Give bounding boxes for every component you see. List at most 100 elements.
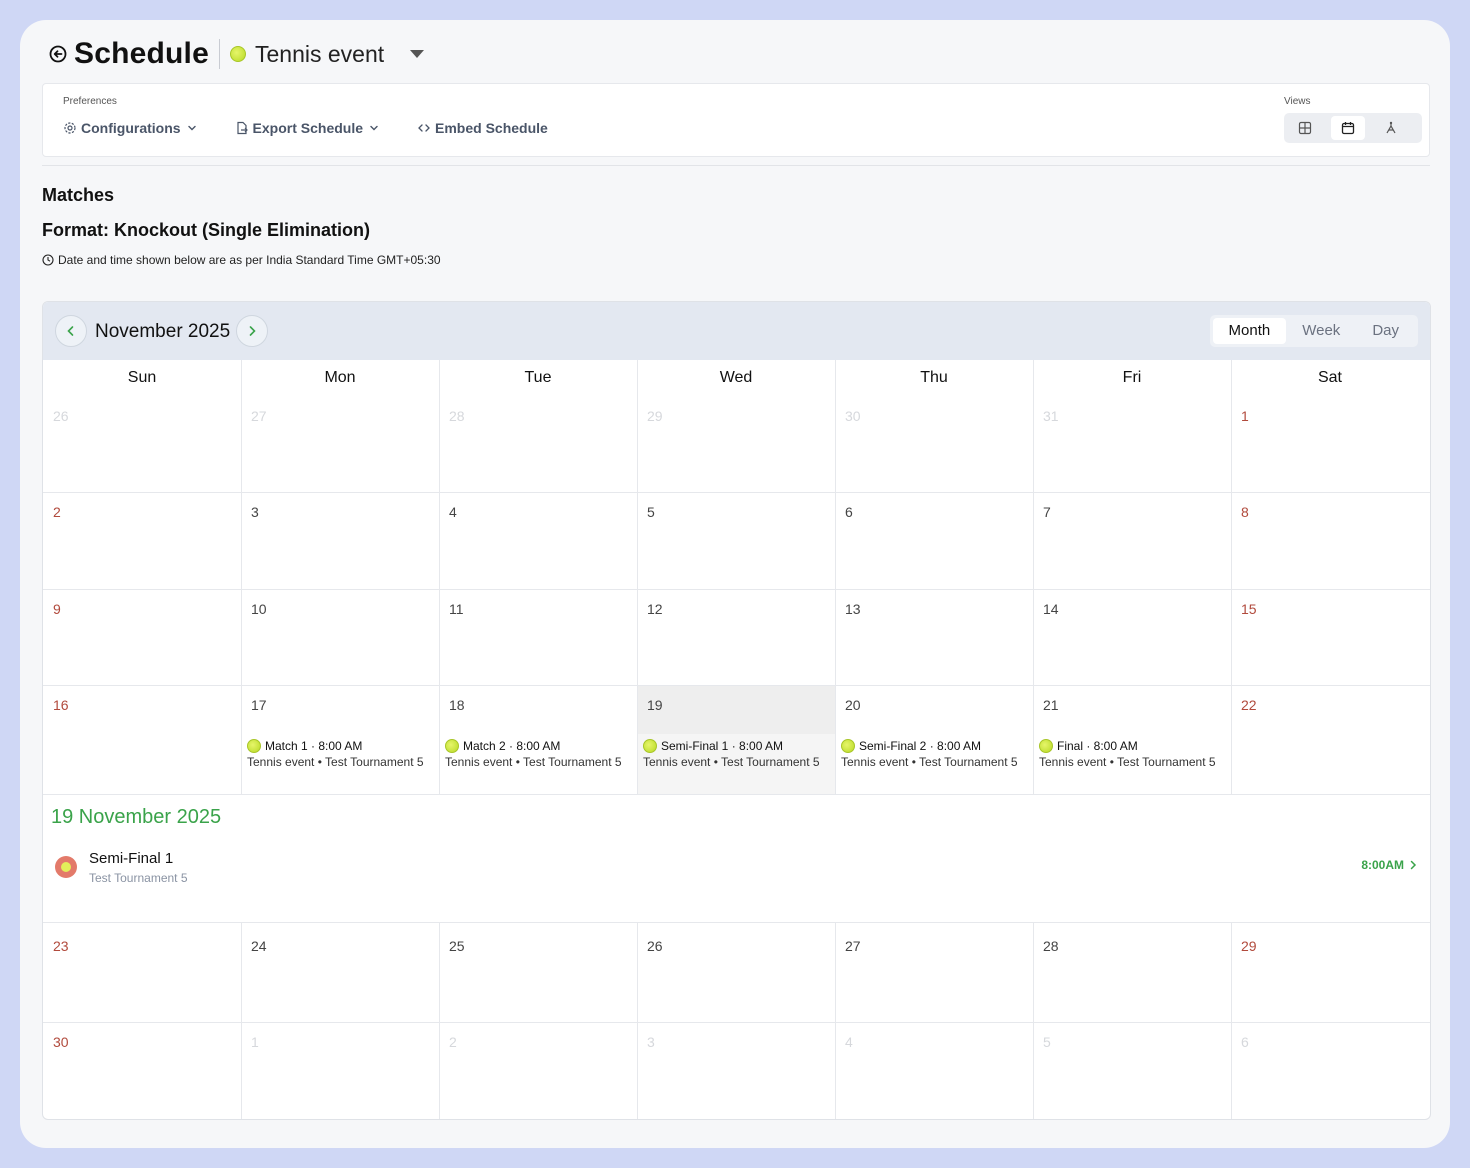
day-number[interactable]: 26 xyxy=(53,408,69,424)
selected-match-time-link[interactable]: 8:00AM xyxy=(1361,858,1418,872)
match-event[interactable]: Match 2 · 8:00 AM Tennis event • Test Tou… xyxy=(445,738,625,770)
day-number[interactable]: 9 xyxy=(53,601,61,617)
tab-month[interactable]: Month xyxy=(1212,318,1287,344)
prev-month-button[interactable] xyxy=(55,315,87,347)
day-number[interactable]: 26 xyxy=(647,938,663,954)
match-event-subtitle: Tennis event • Test Tournament 5 xyxy=(1039,755,1216,769)
grid-line xyxy=(1231,922,1232,1119)
export-file-icon xyxy=(236,121,248,135)
embed-schedule-button[interactable]: Embed Schedule xyxy=(417,120,548,136)
next-month-button[interactable] xyxy=(236,315,268,347)
weekday-header: Thu xyxy=(920,369,948,386)
export-schedule-button[interactable]: Export Schedule xyxy=(235,120,383,136)
day-number[interactable]: 30 xyxy=(53,1034,69,1050)
views-toggle xyxy=(1284,113,1422,143)
day-number[interactable]: 7 xyxy=(1043,504,1051,520)
grid-line xyxy=(43,794,1430,795)
views-label: Views xyxy=(1284,96,1311,107)
day-number[interactable]: 29 xyxy=(647,408,663,424)
day-number[interactable]: 13 xyxy=(845,601,861,617)
selected-match-time: 8:00AM xyxy=(1361,858,1404,872)
day-number[interactable]: 25 xyxy=(449,938,465,954)
grid-line xyxy=(637,360,638,794)
grid-line xyxy=(43,685,1430,686)
day-number[interactable]: 5 xyxy=(647,504,655,520)
match-event[interactable]: Semi-Final 2 · 8:00 AM Tennis event • Tes… xyxy=(841,738,1021,770)
day-number[interactable]: 4 xyxy=(845,1034,853,1050)
chevron-right-icon xyxy=(1410,860,1417,870)
day-number[interactable]: 15 xyxy=(1241,601,1257,617)
clock-icon xyxy=(42,254,54,266)
match-event-title: Final · 8:00 AM xyxy=(1039,738,1219,754)
day-number[interactable]: 14 xyxy=(1043,601,1059,617)
day-number[interactable]: 10 xyxy=(251,601,267,617)
grid-icon xyxy=(1298,121,1311,135)
preferences-panel: Preferences Configurations Export Schedu… xyxy=(42,83,1430,157)
day-number[interactable]: 21 xyxy=(1043,697,1059,713)
day-number[interactable]: 11 xyxy=(449,601,464,617)
selected-match-name[interactable]: Semi-Final 1 xyxy=(89,850,173,867)
day-number[interactable]: 19 xyxy=(647,697,663,713)
day-number[interactable]: 24 xyxy=(251,938,267,954)
grid-line xyxy=(1033,360,1034,794)
day-number[interactable]: 2 xyxy=(449,1034,457,1050)
calendar-view-button[interactable] xyxy=(1331,116,1365,140)
day-number[interactable]: 27 xyxy=(251,408,267,424)
match-event-label: Semi-Final 2 · 8:00 AM xyxy=(859,739,982,753)
day-number[interactable]: 1 xyxy=(251,1034,259,1050)
chevron-down-icon xyxy=(370,125,378,131)
day-number[interactable]: 17 xyxy=(251,697,267,713)
day-number[interactable]: 6 xyxy=(845,504,853,520)
match-event-subtitle: Tennis event • Test Tournament 5 xyxy=(247,755,424,769)
tab-week[interactable]: Week xyxy=(1286,318,1356,344)
match-event[interactable]: Semi-Final 1 · 8:00 AM Tennis event • Tes… xyxy=(643,738,823,770)
day-number[interactable]: 28 xyxy=(449,408,465,424)
calendar-icon xyxy=(1341,122,1355,135)
day-number[interactable]: 16 xyxy=(53,697,69,713)
configurations-button[interactable]: Configurations xyxy=(63,120,201,136)
timezone-text: Date and time shown below are as per Ind… xyxy=(58,253,441,267)
day-number[interactable]: 2 xyxy=(53,504,61,520)
bracket-view-button[interactable] xyxy=(1375,116,1408,140)
day-number[interactable]: 18 xyxy=(449,697,465,713)
weekday-header: Sat xyxy=(1317,369,1342,386)
back-arrow-icon[interactable] xyxy=(48,44,68,64)
day-number[interactable]: 20 xyxy=(845,697,861,713)
embed-schedule-label: Embed Schedule xyxy=(435,120,548,136)
weekday-header: Tue xyxy=(524,369,552,386)
match-event[interactable]: Final · 8:00 AM Tennis event • Test Tourn… xyxy=(1039,738,1219,770)
match-event-subtitle: Tennis event • Test Tournament 5 xyxy=(841,755,1018,769)
day-number[interactable]: 31 xyxy=(1043,408,1059,424)
day-number[interactable]: 5 xyxy=(1043,1034,1051,1050)
day-number[interactable]: 12 xyxy=(647,601,663,617)
day-number[interactable]: 4 xyxy=(449,504,457,520)
tab-day[interactable]: Day xyxy=(1356,318,1415,344)
day-number[interactable]: 30 xyxy=(845,408,861,424)
event-dropdown-caret-icon[interactable] xyxy=(410,50,425,58)
bracket-tree-icon xyxy=(1386,121,1396,134)
grid-line xyxy=(439,922,440,1119)
match-event[interactable]: Match 1 · 8:00 AM Tennis event • Test Tou… xyxy=(247,738,427,770)
day-number[interactable]: 28 xyxy=(1043,938,1059,954)
match-event-title: Match 2 · 8:00 AM xyxy=(445,738,625,754)
section-title: Matches xyxy=(42,185,115,205)
grid-line xyxy=(241,922,242,1119)
grid-line xyxy=(43,922,1430,923)
day-number[interactable]: 29 xyxy=(1241,938,1257,954)
day-number[interactable]: 3 xyxy=(251,504,259,520)
match-event-label: Match 2 · 8:00 AM xyxy=(463,739,561,753)
grid-view-button[interactable] xyxy=(1288,116,1321,140)
day-number[interactable]: 27 xyxy=(845,938,861,954)
day-number[interactable]: 6 xyxy=(1241,1034,1249,1050)
tennis-ball-icon xyxy=(1039,739,1053,753)
match-event-title: Semi-Final 1 · 8:00 AM xyxy=(643,738,823,754)
day-number[interactable]: 3 xyxy=(647,1034,655,1050)
chevron-down-icon xyxy=(187,125,196,131)
day-number[interactable]: 22 xyxy=(1241,697,1257,713)
weekday-header: Fri xyxy=(1122,369,1142,386)
day-number[interactable]: 23 xyxy=(53,938,69,954)
month-title: November 2025 xyxy=(95,321,231,342)
day-number[interactable]: 1 xyxy=(1241,408,1249,424)
grid-line xyxy=(637,922,638,1119)
day-number[interactable]: 8 xyxy=(1241,504,1249,520)
